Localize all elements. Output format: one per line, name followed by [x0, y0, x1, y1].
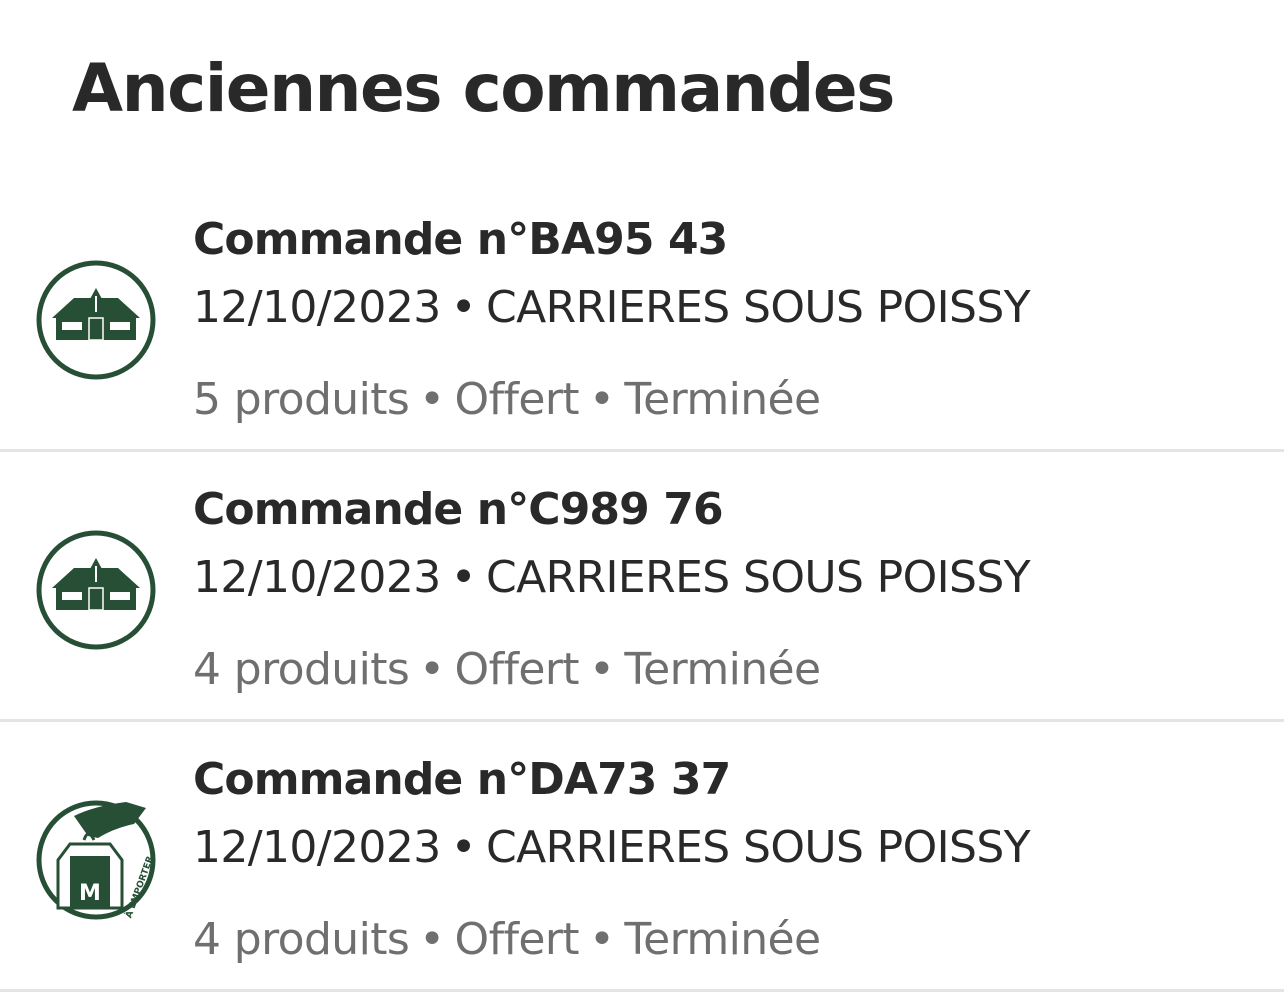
svg-text:M: M — [79, 881, 101, 906]
separator-dot: • — [450, 552, 477, 603]
order-product-count: 5 produits — [193, 374, 410, 425]
order-number: Commande n°C989 76 — [193, 484, 724, 535]
separator-dot: • — [419, 644, 445, 695]
separator-dot: • — [588, 914, 615, 965]
order-meta: 5 produits • Offert • Terminée — [193, 372, 821, 428]
order-row[interactable]: M À EMPORTER Commande n°DA73 37 12/10/20… — [0, 722, 1284, 992]
separator-dot: • — [419, 374, 445, 425]
order-price: Offert — [454, 644, 580, 695]
takeaway-bag-icon: M À EMPORTER — [34, 798, 158, 922]
order-price: Offert — [454, 374, 580, 425]
order-location: CARRIERES SOUS POISSY — [485, 282, 1031, 333]
separator-dot: • — [419, 914, 445, 965]
order-location: CARRIERES SOUS POISSY — [485, 822, 1031, 873]
order-date-location: 12/10/2023 • CARRIERES SOUS POISSY — [193, 280, 1031, 336]
order-location: CARRIERES SOUS POISSY — [485, 552, 1031, 603]
order-date: 12/10/2023 — [193, 822, 441, 873]
separator-dot: • — [588, 374, 615, 425]
takeaway-icon-label: À EMPORTER — [122, 854, 156, 919]
order-list: Commande n°BA95 43 12/10/2023 • CARRIERES … — [0, 180, 1284, 992]
order-status: Terminée — [624, 914, 821, 965]
restaurant-building-icon — [34, 258, 158, 382]
order-meta: 4 produits • Offert • Terminée — [193, 912, 821, 968]
order-number: Commande n°DA73 37 — [193, 754, 731, 805]
page-title: Anciennes commandes — [72, 50, 895, 127]
order-date: 12/10/2023 — [193, 552, 441, 603]
restaurant-building-icon — [34, 528, 158, 652]
order-product-count: 4 produits — [193, 914, 410, 965]
order-date-location: 12/10/2023 • CARRIERES SOUS POISSY — [193, 550, 1031, 606]
order-status: Terminée — [624, 374, 821, 425]
order-price: Offert — [454, 914, 580, 965]
order-product-count: 4 produits — [193, 644, 410, 695]
order-number: Commande n°BA95 43 — [193, 214, 728, 265]
order-date-location: 12/10/2023 • CARRIERES SOUS POISSY — [193, 820, 1031, 876]
order-row[interactable]: Commande n°C989 76 12/10/2023 • CARRIERES … — [0, 452, 1284, 722]
order-date: 12/10/2023 — [193, 282, 441, 333]
separator-dot: • — [450, 822, 477, 873]
separator-dot: • — [588, 644, 615, 695]
order-meta: 4 produits • Offert • Terminée — [193, 642, 821, 698]
separator-dot: • — [450, 282, 477, 333]
order-row[interactable]: Commande n°BA95 43 12/10/2023 • CARRIERES … — [0, 180, 1284, 452]
order-status: Terminée — [624, 644, 821, 695]
